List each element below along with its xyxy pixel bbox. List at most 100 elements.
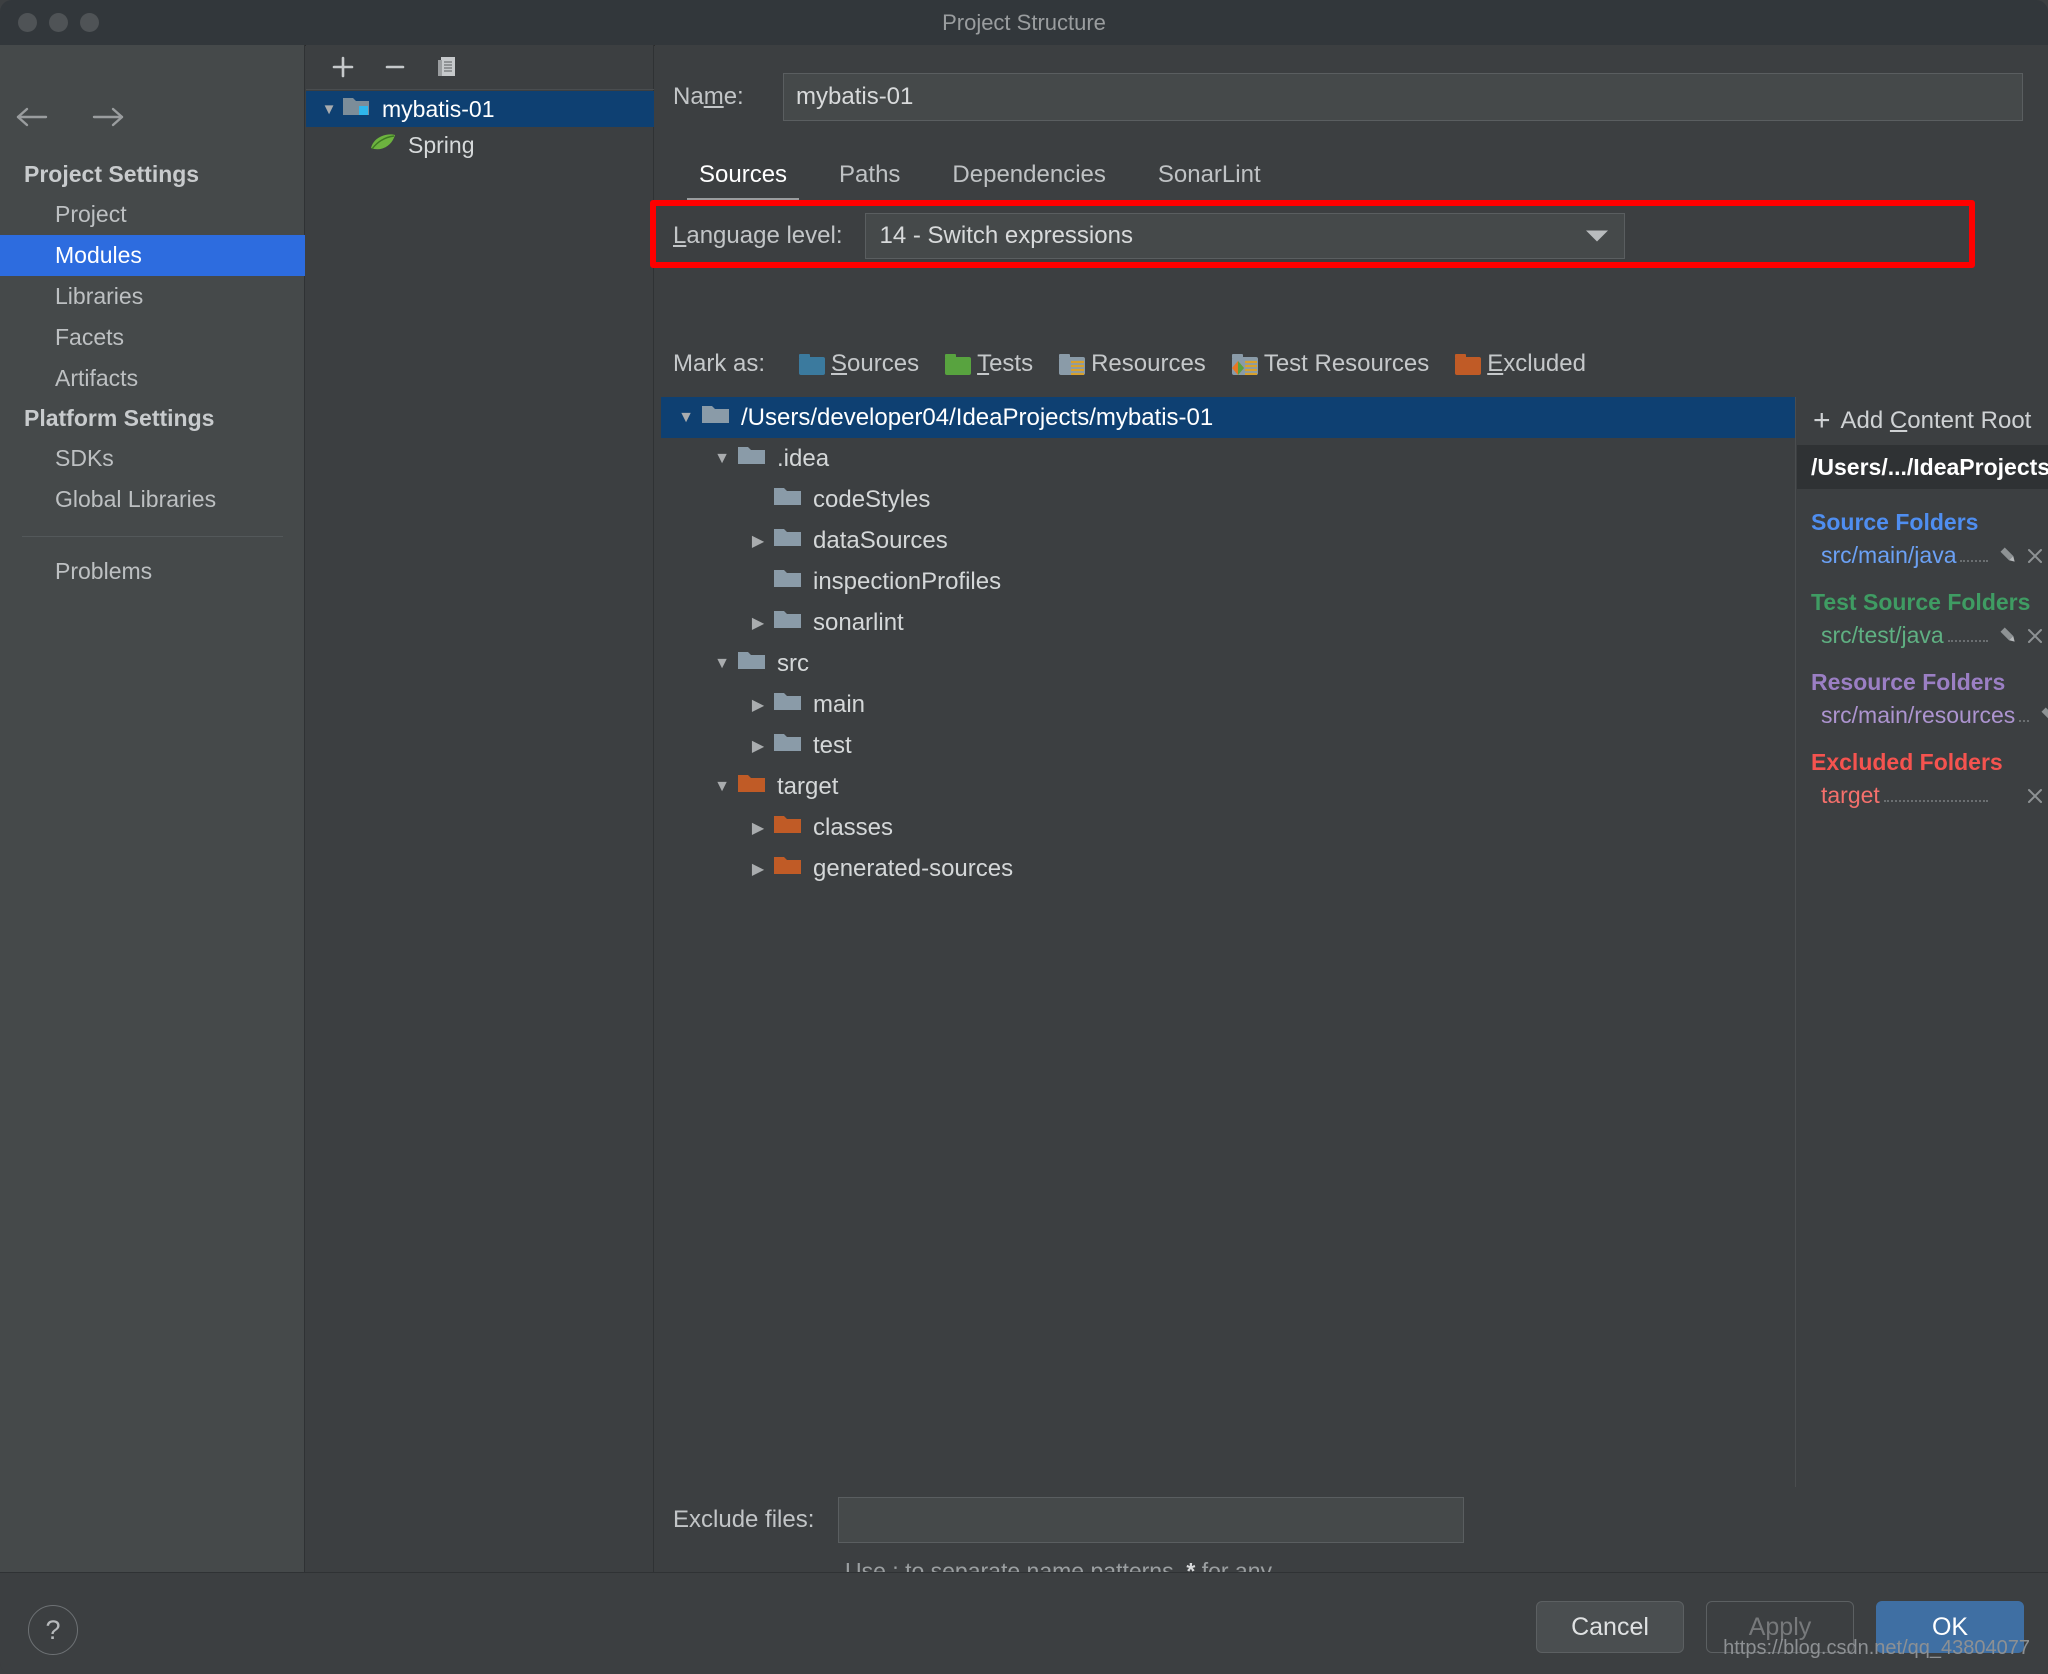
content-root-header: /Users/.../IdeaProjects/mybatis-01 bbox=[1797, 445, 2048, 489]
folder-icon bbox=[737, 443, 767, 474]
module-editor: Name: mybatis-01 Sources Paths Dependenc… bbox=[650, 45, 2048, 1616]
excluded-folder-icon bbox=[1455, 353, 1482, 375]
close-icon[interactable] bbox=[2022, 623, 2048, 649]
chevron-down-icon[interactable]: ▼ bbox=[671, 409, 701, 427]
mark-as-tests-label: Tests bbox=[977, 350, 1034, 377]
source-folders-title: Source Folders bbox=[1811, 509, 1979, 535]
table-row[interactable]: ▼ target bbox=[661, 766, 1795, 807]
settings-sidebar: Project Settings Project Modules Librari… bbox=[0, 45, 305, 1572]
table-row[interactable]: codeStyles bbox=[661, 479, 1795, 520]
dotted-rule bbox=[1960, 560, 1988, 562]
language-level-value: 14 - Switch expressions bbox=[879, 222, 1133, 249]
mark-as-resources-button[interactable]: Resources bbox=[1059, 350, 1206, 378]
table-row[interactable]: ▶ generated-sources bbox=[661, 848, 1795, 889]
table-row[interactable]: ▶ main bbox=[661, 684, 1795, 725]
mark-as-sources-label: Sources bbox=[831, 350, 920, 377]
mark-as-excluded-label: Excluded bbox=[1487, 350, 1586, 377]
mark-as-label: Mark as: bbox=[673, 350, 766, 377]
tab-sonarlint[interactable]: SonarLint bbox=[1132, 153, 1287, 203]
excluded-folder-path: target bbox=[1821, 782, 1880, 808]
close-icon[interactable] bbox=[2022, 783, 2048, 809]
sidebar-item-modules[interactable]: Modules bbox=[0, 235, 305, 276]
edit-pencil-icon[interactable] bbox=[2037, 703, 2048, 729]
table-row[interactable]: ▼ src bbox=[661, 643, 1795, 684]
name-input[interactable]: mybatis-01 bbox=[783, 73, 2023, 121]
chevron-right-icon[interactable]: ▶ bbox=[743, 859, 773, 879]
exclude-files-label: Exclude files: bbox=[673, 1506, 815, 1533]
excluded-folder-icon bbox=[773, 853, 803, 884]
test-source-folder-entry[interactable]: src/test/java bbox=[1811, 622, 2048, 649]
chevron-right-icon[interactable]: ▶ bbox=[743, 613, 773, 633]
modules-toolbar bbox=[306, 45, 654, 90]
mark-as-resources-label: Resources bbox=[1091, 350, 1206, 377]
mark-as-test-resources-button[interactable]: Test Resources bbox=[1231, 350, 1429, 378]
sidebar-item-problems[interactable]: Problems bbox=[0, 551, 305, 592]
tab-paths[interactable]: Paths bbox=[813, 153, 926, 203]
mark-as-sources-button[interactable]: Sources bbox=[799, 350, 919, 378]
excluded-folder-icon bbox=[773, 812, 803, 843]
tree-label: .idea bbox=[777, 444, 830, 472]
table-row[interactable]: inspectionProfiles bbox=[661, 561, 1795, 602]
watermark: https://blog.csdn.net/qq_43804077 bbox=[1723, 1637, 2030, 1659]
mark-as-tests-button[interactable]: Tests bbox=[945, 350, 1033, 378]
sources-folder-icon bbox=[799, 353, 826, 375]
window-title: Project Structure bbox=[942, 10, 1106, 35]
tree-label: main bbox=[813, 690, 866, 718]
mark-as-excluded-button[interactable]: Excluded bbox=[1455, 350, 1586, 378]
sidebar-item-facets[interactable]: Facets bbox=[0, 317, 305, 358]
forward-arrow-icon[interactable] bbox=[88, 103, 126, 131]
table-row[interactable]: ▶ classes bbox=[661, 807, 1795, 848]
tab-sources[interactable]: Sources bbox=[673, 153, 813, 203]
chevron-right-icon[interactable]: ▶ bbox=[743, 695, 773, 715]
sidebar-item-libraries[interactable]: Libraries bbox=[0, 276, 305, 317]
chevron-down-icon[interactable]: ▼ bbox=[707, 778, 737, 796]
exclude-files-row: Exclude files: bbox=[673, 1497, 1465, 1543]
language-level-select[interactable]: 14 - Switch expressions bbox=[864, 213, 1625, 259]
minus-icon[interactable] bbox=[380, 52, 410, 82]
spring-leaf-icon bbox=[368, 130, 398, 160]
exclude-files-input[interactable] bbox=[838, 1497, 1465, 1543]
chevron-right-icon[interactable]: ▶ bbox=[743, 736, 773, 756]
sidebar-item-project[interactable]: Project bbox=[0, 194, 305, 235]
modules-tree: ▼ mybatis-01 Spring bbox=[306, 91, 654, 163]
module-tree-row-spring[interactable]: Spring bbox=[306, 127, 654, 163]
close-icon[interactable] bbox=[2022, 543, 2048, 569]
sidebar-item-artifacts[interactable]: Artifacts bbox=[0, 358, 305, 399]
chevron-down-icon[interactable]: ▼ bbox=[707, 450, 737, 468]
module-tree-row-mybatis[interactable]: ▼ mybatis-01 bbox=[306, 91, 654, 127]
chevron-down-icon[interactable] bbox=[1585, 230, 1608, 242]
edit-pencil-icon[interactable] bbox=[1996, 623, 2022, 649]
chevron-right-icon[interactable]: ▶ bbox=[743, 531, 773, 551]
edit-pencil-icon[interactable] bbox=[1996, 543, 2022, 569]
tab-dependencies[interactable]: Dependencies bbox=[926, 153, 1131, 203]
chevron-right-icon[interactable]: ▶ bbox=[743, 818, 773, 838]
copy-icon[interactable] bbox=[432, 52, 462, 82]
excluded-folder-entry[interactable]: target bbox=[1811, 782, 2048, 809]
project-structure-dialog: Project Structure Project Settings Proje… bbox=[0, 0, 2048, 1674]
source-folders-group: Source Folders src/main/java bbox=[1797, 509, 2048, 569]
folder-icon bbox=[737, 648, 767, 679]
table-row[interactable]: ▶ dataSources bbox=[661, 520, 1795, 561]
sidebar-item-sdks[interactable]: SDKs bbox=[0, 438, 305, 479]
mark-as-row: Mark as: Sources Tests Resources Test Re… bbox=[673, 350, 1612, 378]
table-row[interactable]: ▼ .idea bbox=[661, 438, 1795, 479]
tree-label: /Users/developer04/IdeaProjects/mybatis-… bbox=[741, 403, 1214, 431]
source-folder-entry[interactable]: src/main/java bbox=[1811, 542, 2048, 569]
chevron-down-icon[interactable]: ▼ bbox=[316, 101, 342, 118]
back-arrow-icon[interactable] bbox=[14, 103, 52, 131]
plus-icon[interactable] bbox=[328, 52, 358, 82]
table-row[interactable]: ▼ /Users/developer04/IdeaProjects/mybati… bbox=[661, 397, 1795, 438]
folder-icon bbox=[701, 402, 731, 433]
sidebar-group-project-settings: Project Settings bbox=[24, 161, 200, 187]
resource-folder-entry[interactable]: src/main/resources bbox=[1811, 702, 2048, 729]
sidebar-item-global-libraries[interactable]: Global Libraries bbox=[0, 479, 305, 520]
help-button[interactable]: ? bbox=[28, 1605, 78, 1655]
tree-label: src bbox=[777, 649, 809, 677]
table-row[interactable]: ▶ sonarlint bbox=[661, 602, 1795, 643]
module-tree-label: mybatis-01 bbox=[382, 95, 495, 122]
excluded-folder-icon bbox=[737, 771, 767, 802]
add-content-root-button[interactable]: + Add Content Root bbox=[1797, 397, 2048, 445]
cancel-button[interactable]: Cancel bbox=[1536, 1601, 1684, 1653]
chevron-down-icon[interactable]: ▼ bbox=[707, 655, 737, 673]
table-row[interactable]: ▶ test bbox=[661, 725, 1795, 766]
